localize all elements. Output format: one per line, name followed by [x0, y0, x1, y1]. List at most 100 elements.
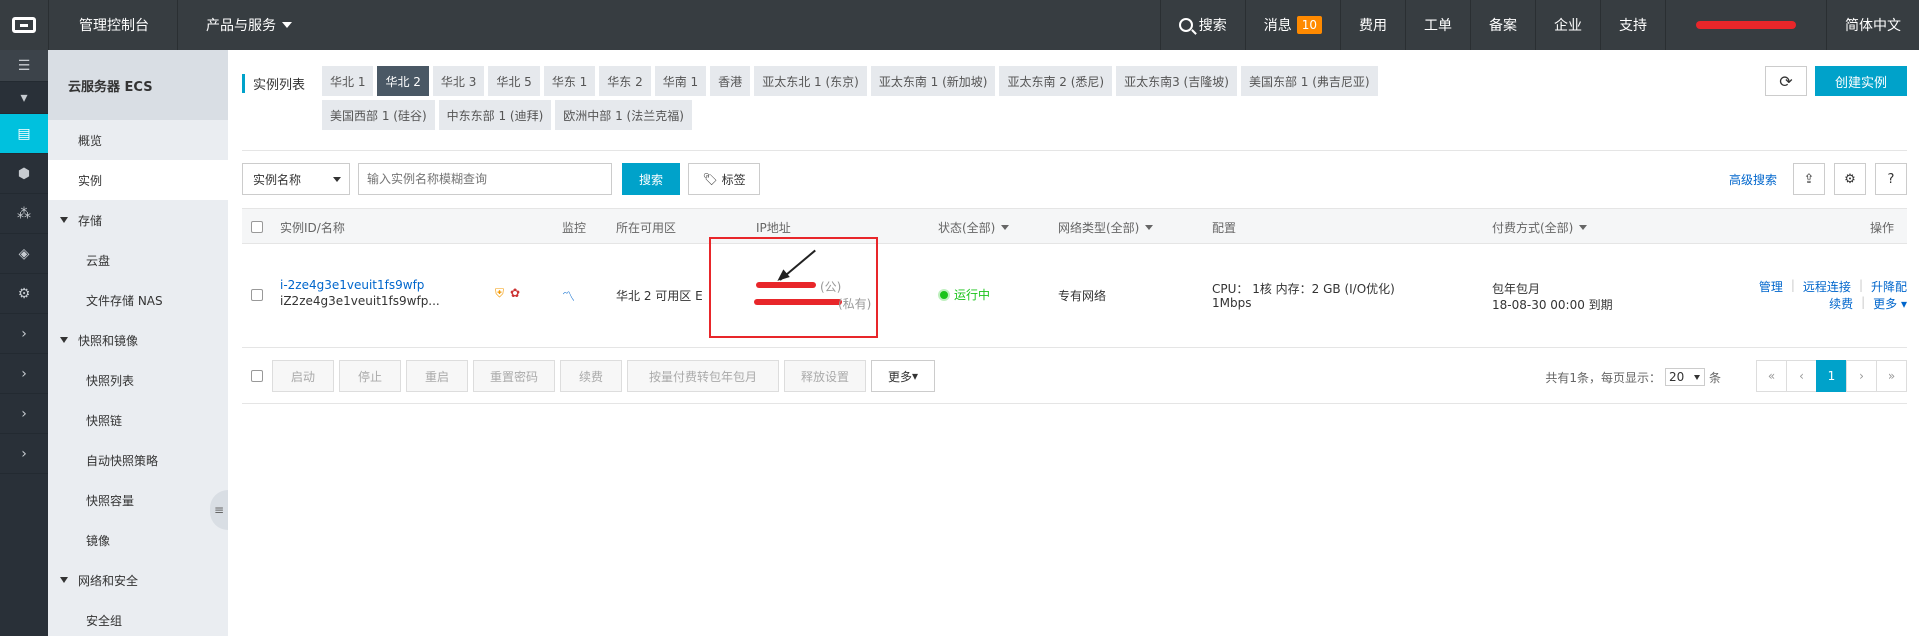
- sidebar-group-snapshots[interactable]: 快照和镜像: [48, 320, 228, 360]
- console-label: 管理控制台: [79, 18, 149, 34]
- page-button[interactable]: «: [1756, 360, 1787, 392]
- page-button[interactable]: ›: [1846, 360, 1877, 392]
- products-menu[interactable]: 产品与服务: [177, 0, 320, 50]
- region-tab[interactable]: 欧洲中部 1 (法兰克福): [555, 100, 692, 130]
- sidebar-item-snapshot-chain[interactable]: 快照链: [48, 400, 228, 440]
- sidebar-group-storage[interactable]: 存储: [48, 200, 228, 240]
- support-link[interactable]: 支持: [1600, 0, 1665, 50]
- page-button[interactable]: 1: [1816, 360, 1847, 392]
- region-tab[interactable]: 华东 2: [599, 66, 651, 96]
- region-tab[interactable]: 亚太东南 2 (悉尼): [999, 66, 1113, 96]
- sidebar-item-nas[interactable]: 文件存储 NAS: [48, 280, 228, 320]
- region-tab[interactable]: 亚太东北 1 (东京): [754, 66, 867, 96]
- ticket-link[interactable]: 工单: [1405, 0, 1470, 50]
- batch-action-button[interactable]: 按量付费转包年包月: [627, 360, 779, 392]
- upgrade-link[interactable]: 升降配: [1871, 278, 1907, 295]
- region-tab[interactable]: 华北 5: [488, 66, 540, 96]
- expand-arrow-icon[interactable]: ›: [0, 394, 48, 434]
- beian-label: 备案: [1489, 18, 1517, 34]
- create-instance-button[interactable]: 创建实例: [1815, 66, 1907, 96]
- network-product-icon[interactable]: ⁂: [0, 194, 48, 234]
- menu-toggle-icon[interactable]: ☰: [0, 50, 48, 82]
- sidebar-item-auto-snapshot[interactable]: 自动快照策略: [48, 440, 228, 480]
- region-tab[interactable]: 美国东部 1 (弗吉尼亚): [1240, 66, 1378, 96]
- sidebar-item-overview[interactable]: 概览: [48, 120, 228, 160]
- row-checkbox[interactable]: [251, 289, 263, 301]
- region-tab[interactable]: 亚太东南 1 (新加坡): [870, 66, 996, 96]
- storage-product-icon[interactable]: ◈: [0, 234, 48, 274]
- sidebar-item-cloud-disk[interactable]: 云盘: [48, 240, 228, 280]
- refresh-button[interactable]: ⟳: [1765, 66, 1807, 96]
- sidebar-group-label: 网络和安全: [78, 573, 139, 588]
- billing-link[interactable]: 费用: [1340, 0, 1405, 50]
- batch-more-button[interactable]: 更多 ▾: [871, 360, 935, 392]
- sidebar-item-snapshot-list[interactable]: 快照列表: [48, 360, 228, 400]
- renew-link[interactable]: 续费: [1829, 295, 1853, 312]
- footer-checkbox[interactable]: [251, 370, 263, 382]
- search-button[interactable]: 搜索: [622, 163, 680, 195]
- messages-button[interactable]: 消息 10: [1244, 0, 1340, 50]
- header-monitor: 监控: [562, 220, 587, 235]
- header-zone: 所在可用区: [616, 220, 677, 235]
- page-button[interactable]: ‹: [1786, 360, 1817, 392]
- sidebar-item-security-group[interactable]: 安全组: [48, 600, 228, 636]
- region-tab[interactable]: 中东东部 1 (迪拜): [438, 100, 552, 130]
- sidebar-group-network[interactable]: 网络和安全: [48, 560, 228, 600]
- batch-action-button[interactable]: 停止: [339, 360, 401, 392]
- sidebar-item-images[interactable]: 镜像: [48, 520, 228, 560]
- search-input[interactable]: [358, 163, 612, 195]
- aliyun-logo-icon[interactable]: [0, 0, 48, 50]
- sidebar-item-snapshot-capacity[interactable]: 快照容量: [48, 480, 228, 520]
- ecs-product-icon[interactable]: ▤: [0, 114, 48, 154]
- instance-id-link[interactable]: i-2ze4g3e1veuit1fs9wfp: [280, 278, 424, 292]
- top-search-button[interactable]: 搜索: [1159, 0, 1245, 50]
- console-home-link[interactable]: 管理控制台: [48, 0, 177, 50]
- collapse-arrow-icon[interactable]: ▾: [0, 82, 48, 114]
- tag-button[interactable]: 🏷 标签: [688, 163, 760, 195]
- region-tab[interactable]: 华北 1: [322, 66, 374, 96]
- settings-product-icon[interactable]: ⚙: [0, 274, 48, 314]
- region-tab[interactable]: 华北 3: [432, 66, 485, 96]
- batch-action-button[interactable]: 重启: [406, 360, 468, 392]
- header-status-filter[interactable]: 状态(全部): [938, 209, 1010, 245]
- region-tab[interactable]: 华南 1: [654, 66, 707, 96]
- language-switch[interactable]: 简体中文: [1826, 0, 1919, 50]
- batch-action-button[interactable]: 续费: [560, 360, 622, 392]
- monitor-chart-icon[interactable]: 〽: [562, 286, 575, 305]
- sidebar-item-instances[interactable]: 实例: [48, 160, 228, 200]
- settings-button[interactable]: ⚙: [1834, 163, 1866, 195]
- agent-status-icon[interactable]: ✿: [510, 286, 520, 300]
- remote-connect-link[interactable]: 远程连接: [1803, 278, 1851, 295]
- product-icon-2[interactable]: ⬢: [0, 154, 48, 194]
- search-field-select[interactable]: 实例名称: [242, 163, 350, 195]
- batch-more-label: 更多: [887, 369, 912, 384]
- batch-action-button[interactable]: 重置密码: [473, 360, 555, 392]
- security-shield-icon[interactable]: ⛨: [495, 286, 504, 301]
- help-button[interactable]: ?: [1875, 163, 1907, 195]
- region-tab[interactable]: 香港: [710, 66, 751, 96]
- advanced-search-link[interactable]: 高级搜索: [1729, 171, 1777, 188]
- expand-arrow-icon[interactable]: ›: [0, 434, 48, 474]
- account-menu[interactable]: [1665, 0, 1826, 50]
- export-button[interactable]: ⇪: [1793, 163, 1825, 195]
- select-all-checkbox[interactable]: [251, 209, 263, 245]
- more-ops-link[interactable]: 更多 ▾: [1873, 295, 1907, 312]
- row-operations-2: 续费 | 更多 ▾: [1829, 295, 1907, 312]
- expand-arrow-icon[interactable]: ›: [0, 314, 48, 354]
- sidebar-title: 云服务器 ECS: [48, 50, 228, 120]
- beian-link[interactable]: 备案: [1470, 0, 1535, 50]
- page-button[interactable]: »: [1876, 360, 1907, 392]
- header-network-filter[interactable]: 网络类型(全部): [1058, 209, 1154, 245]
- expand-arrow-icon[interactable]: ›: [0, 354, 48, 394]
- batch-action-button[interactable]: 释放设置: [784, 360, 866, 392]
- enterprise-link[interactable]: 企业: [1535, 0, 1600, 50]
- batch-action-button[interactable]: 启动: [272, 360, 334, 392]
- region-tab[interactable]: 华北 2: [377, 66, 429, 96]
- header-billing-filter[interactable]: 付费方式(全部): [1492, 209, 1588, 245]
- region-tab[interactable]: 亚太东南3 (吉隆坡): [1116, 66, 1237, 96]
- manage-link[interactable]: 管理: [1759, 278, 1783, 295]
- region-tab[interactable]: 华东 1: [543, 66, 596, 96]
- region-tab[interactable]: 美国西部 1 (硅谷): [322, 100, 435, 130]
- page-size-select[interactable]: 20: [1664, 368, 1705, 386]
- enterprise-label: 企业: [1554, 18, 1582, 34]
